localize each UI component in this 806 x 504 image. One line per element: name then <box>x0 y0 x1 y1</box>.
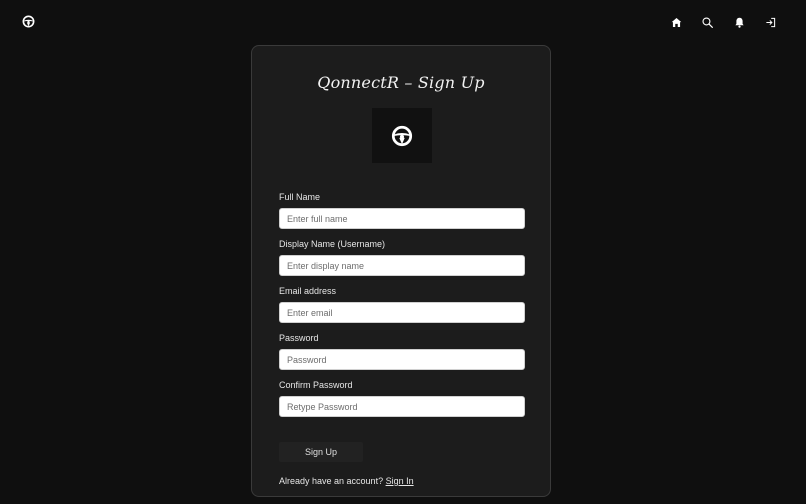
top-navbar <box>0 0 806 44</box>
full-name-input[interactable] <box>279 208 525 229</box>
steering-wheel-icon <box>391 125 413 147</box>
password-input[interactable] <box>279 349 525 370</box>
login-icon[interactable] <box>765 17 776 28</box>
display-name-label: Display Name (Username) <box>279 239 386 249</box>
steering-wheel-icon[interactable] <box>22 15 35 28</box>
signin-prompt: Already have an account? Sign In <box>279 476 414 486</box>
sign-in-link[interactable]: Sign In <box>386 476 414 486</box>
search-icon[interactable] <box>702 17 713 28</box>
signup-card: QonnectR – Sign Up Full Name Display Nam… <box>251 45 551 497</box>
confirm-password-input[interactable] <box>279 396 525 417</box>
full-name-label: Full Name <box>279 192 321 202</box>
brand-logo-box <box>372 108 432 163</box>
bell-icon[interactable] <box>734 17 745 28</box>
email-input[interactable] <box>279 302 525 323</box>
home-icon[interactable] <box>671 17 682 28</box>
confirm-password-label: Confirm Password <box>279 380 353 390</box>
sign-up-button[interactable]: Sign Up <box>279 442 363 462</box>
page-title: QonnectR – Sign Up <box>317 73 485 92</box>
password-label: Password <box>279 333 319 343</box>
signin-prompt-text: Already have an account? <box>279 476 384 486</box>
email-label: Email address <box>279 286 337 296</box>
display-name-input[interactable] <box>279 255 525 276</box>
